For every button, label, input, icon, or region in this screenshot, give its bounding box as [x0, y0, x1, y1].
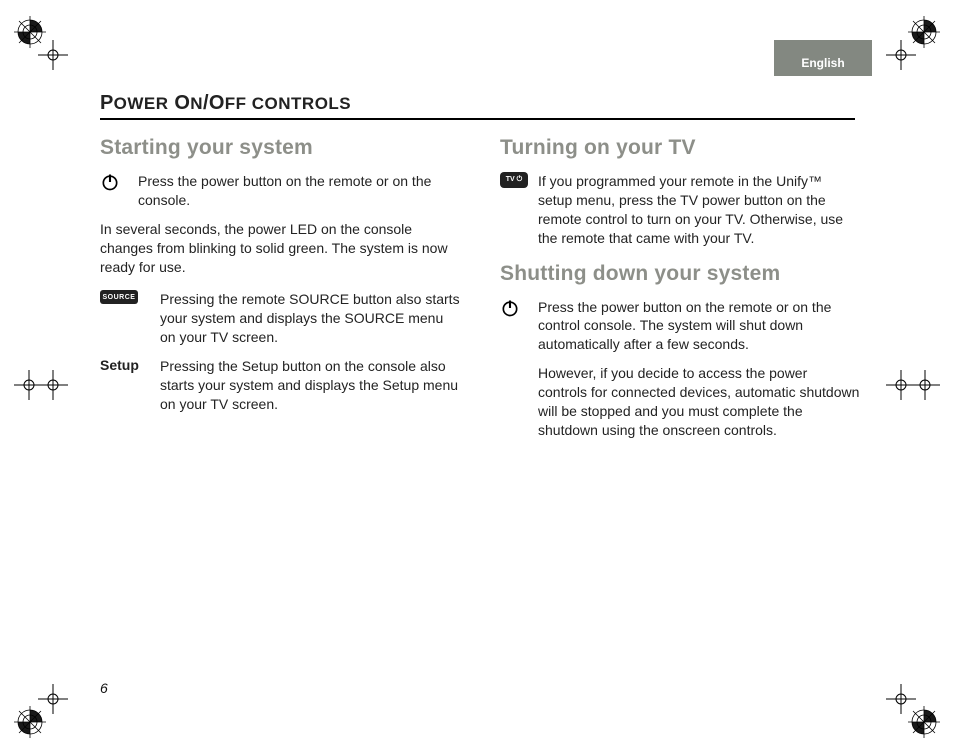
- section-heading-starting: Starting your system: [100, 136, 460, 160]
- tv-power-button-icon: TV ⏻: [500, 172, 538, 188]
- crop-mark-icon: [38, 684, 68, 714]
- body-text: In several seconds, the power LED on the…: [100, 220, 460, 277]
- power-icon: [500, 298, 538, 318]
- page-number: 6: [100, 680, 108, 696]
- body-text: Pressing the Setup button on the console…: [160, 357, 460, 414]
- body-text: Pressing the remote SOURCE button also s…: [160, 290, 460, 347]
- crop-mark-icon: [886, 370, 916, 400]
- body-text: However, if you decide to access the pow…: [538, 364, 860, 440]
- crop-mark-icon: [38, 370, 68, 400]
- source-button-icon: SOURCE: [100, 290, 160, 304]
- body-text: Press the power button on the remote or …: [538, 298, 860, 355]
- language-tab: English: [774, 40, 872, 76]
- section-heading-tv: Turning on your TV: [500, 136, 860, 160]
- crop-mark-icon: [38, 40, 68, 70]
- page-title: POWER ON/OFF CONTROLS: [100, 92, 351, 115]
- heading-rule: [100, 118, 855, 120]
- section-heading-shutdown: Shutting down your system: [500, 262, 860, 286]
- crop-mark-icon: [886, 40, 916, 70]
- crop-mark-icon: [886, 684, 916, 714]
- left-column: Starting your system Press the power but…: [100, 130, 460, 450]
- setup-label: Setup: [100, 357, 160, 373]
- right-column: Turning on your TV TV ⏻ If you programme…: [500, 130, 860, 450]
- power-icon: [100, 172, 138, 192]
- body-text: Press the power button on the remote or …: [138, 172, 460, 210]
- body-text: If you programmed your remote in the Uni…: [538, 172, 860, 248]
- manual-page: English POWER ON/OFF CONTROLS Starting y…: [0, 0, 954, 754]
